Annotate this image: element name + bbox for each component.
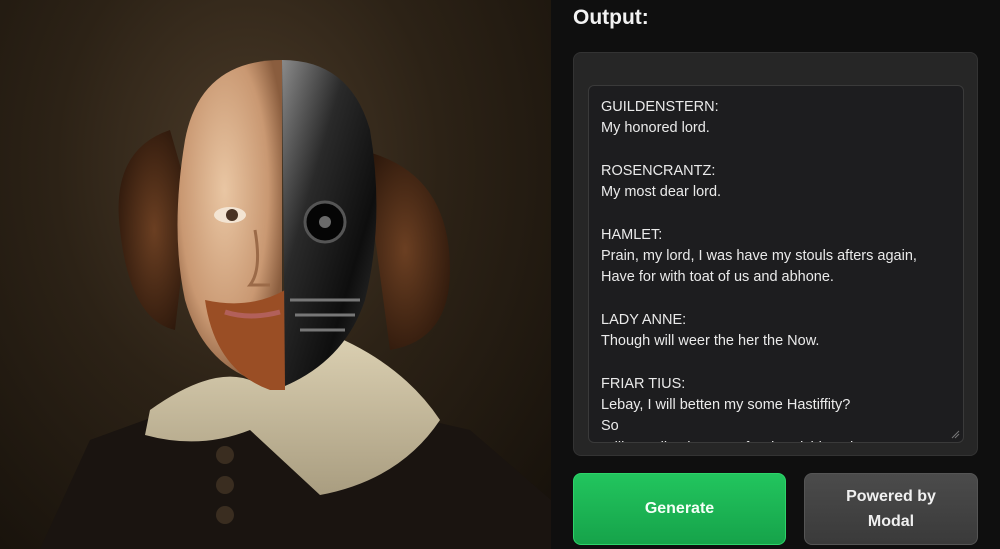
portrait-image [0, 0, 551, 549]
output-title: Output: [573, 6, 649, 29]
output-card: GUILDENSTERN: My honored lord. ROSENCRAN… [573, 52, 978, 456]
output-panel: Output: GUILDENSTERN: My honored lord. R… [551, 0, 1000, 549]
resize-handle-icon[interactable] [950, 429, 960, 439]
shakespeare-cyborg-portrait [40, 60, 551, 549]
output-text: GUILDENSTERN: My honored lord. ROSENCRAN… [601, 99, 917, 442]
output-textbox[interactable]: GUILDENSTERN: My honored lord. ROSENCRAN… [588, 85, 964, 443]
powered-by-modal-button[interactable]: Powered by Modal [804, 473, 978, 545]
generate-button[interactable]: Generate [573, 473, 786, 545]
